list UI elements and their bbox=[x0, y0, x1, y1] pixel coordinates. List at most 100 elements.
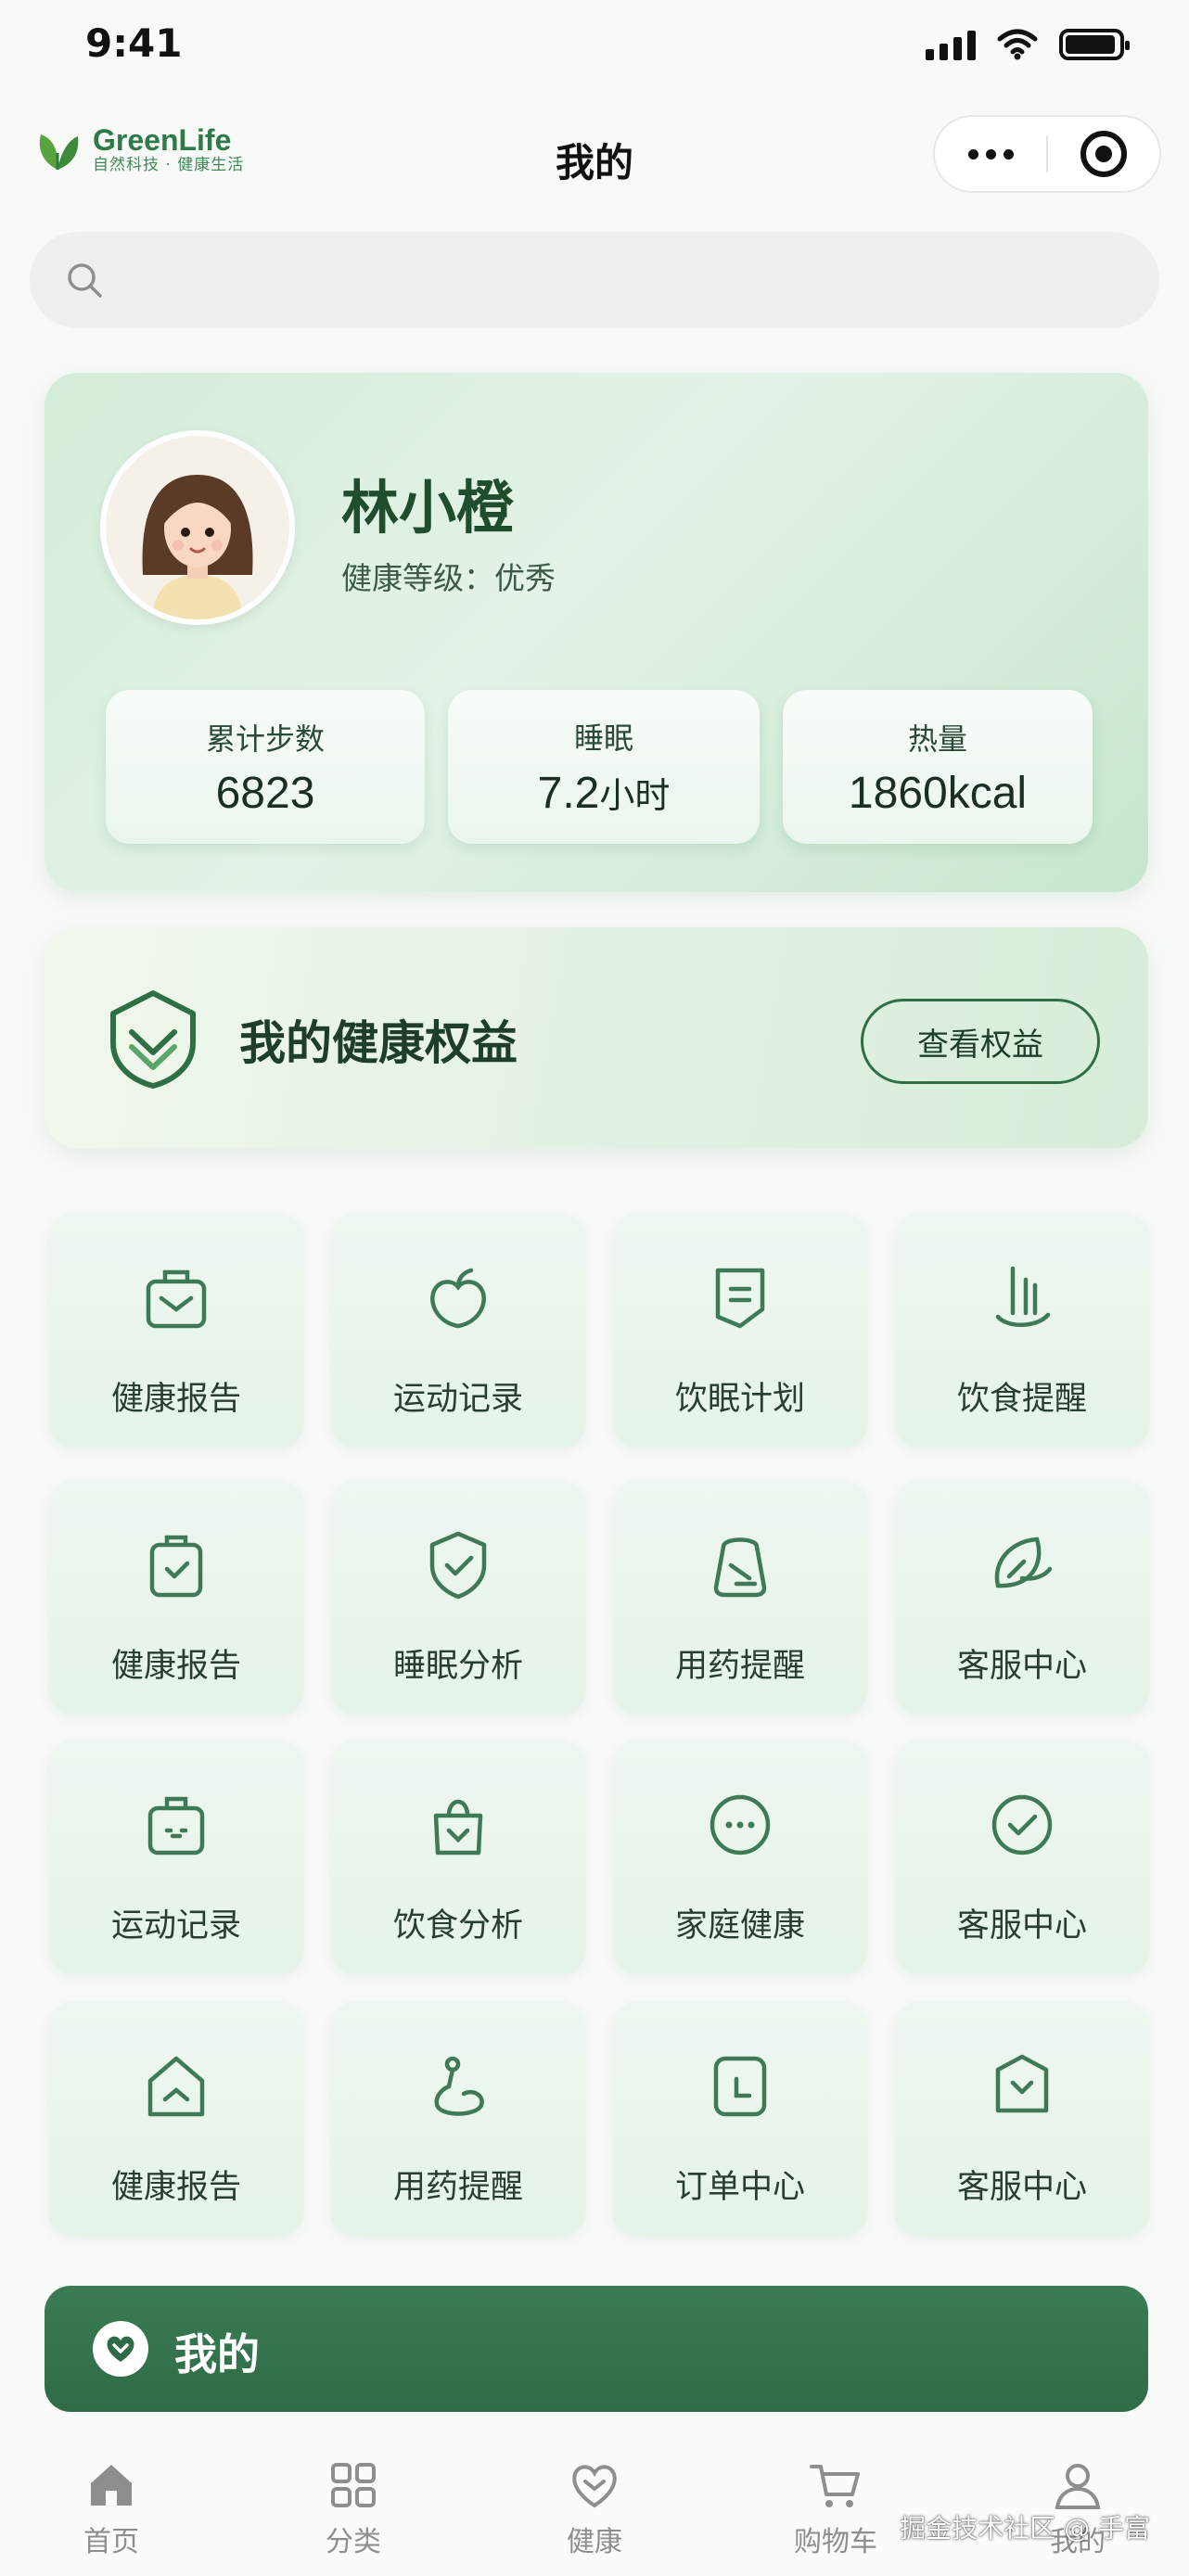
stat-label: 热量 bbox=[907, 721, 967, 757]
grid-item-label: 用药提醒 bbox=[674, 1648, 805, 1685]
logo-name: GreenLife bbox=[93, 123, 232, 157]
grid-item[interactable]: 健康报告 bbox=[48, 2001, 304, 2237]
pill-bottle-icon bbox=[713, 1537, 767, 1598]
note-icon bbox=[715, 1268, 765, 1329]
grid-item[interactable]: 饮食分析 bbox=[330, 1740, 586, 1975]
health-rights-banner: 我的健康权益 查看权益 bbox=[45, 927, 1148, 1148]
bag-icon bbox=[147, 1796, 205, 1855]
search-input[interactable] bbox=[121, 264, 1141, 296]
stat-calories[interactable]: 热量 1860kcal bbox=[783, 690, 1093, 844]
status-bar: 9:41 bbox=[0, 0, 1189, 102]
chat-bubble-icon bbox=[710, 1794, 771, 1855]
grid-item-label: 运动记录 bbox=[392, 1381, 523, 1418]
tab-category[interactable]: 分类 bbox=[261, 2457, 446, 2569]
heart-chevron-icon bbox=[93, 2321, 148, 2377]
shield-chevron-icon bbox=[110, 990, 196, 1089]
grid-item[interactable]: 饮食提醒 bbox=[894, 1213, 1150, 1448]
home-icon bbox=[91, 2465, 132, 2506]
grid-item[interactable]: 健康报告 bbox=[48, 1480, 304, 1715]
health-level: 健康等级：优秀 bbox=[341, 560, 556, 596]
grid-item-label: 客服中心 bbox=[956, 1648, 1087, 1685]
heart-icon bbox=[572, 2465, 617, 2508]
mine-label: 我的 bbox=[174, 2329, 260, 2379]
stat-label: 累计步数 bbox=[205, 721, 325, 757]
cellular-signal-icon bbox=[926, 29, 976, 60]
grid-item[interactable]: 客服中心 bbox=[894, 1740, 1150, 1975]
grid-item-label: 家庭健康 bbox=[674, 1907, 805, 1945]
grid-item[interactable]: 运动记录 bbox=[48, 1740, 304, 1975]
grid-icon bbox=[331, 2463, 376, 2507]
tab-label: 健康 bbox=[567, 2526, 622, 2558]
battery-icon bbox=[1059, 29, 1130, 60]
home-icon bbox=[147, 2056, 205, 2117]
grid-item[interactable]: 饮眠计划 bbox=[612, 1213, 868, 1448]
logo-tagline: 自然科技 · 健康生活 bbox=[93, 156, 245, 175]
leaf-icon bbox=[994, 1537, 1053, 1588]
utensils-icon bbox=[995, 1266, 1051, 1327]
rights-title: 我的健康权益 bbox=[239, 1016, 518, 1070]
apple-icon bbox=[430, 1268, 486, 1329]
grid-item[interactable]: 用药提醒 bbox=[330, 2001, 586, 2237]
stat-unit: 小时 bbox=[599, 775, 671, 816]
grid-item-label: 客服中心 bbox=[956, 2169, 1087, 2206]
grid-item[interactable]: 订单中心 bbox=[612, 2001, 868, 2237]
grid-item-label: 用药提醒 bbox=[392, 2169, 523, 2206]
mine-bar[interactable]: 我的 bbox=[45, 2286, 1148, 2412]
close-target-button[interactable] bbox=[1048, 117, 1159, 191]
grid-item-label: 健康报告 bbox=[110, 2169, 241, 2206]
health-curve-icon bbox=[434, 2056, 484, 2116]
wifi-icon bbox=[997, 29, 1038, 60]
grid-item[interactable]: 客服中心 bbox=[894, 2001, 1150, 2237]
tab-label: 分类 bbox=[326, 2526, 381, 2558]
avatar[interactable] bbox=[100, 430, 295, 625]
status-icons bbox=[926, 28, 1130, 61]
more-button[interactable] bbox=[935, 117, 1046, 191]
profile-page: 9:41 GreenLife 自然科技 · 健康生活 我的 林小橙 健康等级：优… bbox=[0, 0, 1189, 2576]
briefcase-icon bbox=[146, 1269, 207, 1329]
tab-label: 购物车 bbox=[794, 2526, 877, 2558]
check-circle-icon bbox=[991, 1794, 1053, 1855]
mini-program-capsule bbox=[933, 115, 1161, 193]
grid-item-label: 饮眠计划 bbox=[674, 1381, 805, 1418]
grid-item[interactable]: 运动记录 bbox=[330, 1213, 586, 1448]
grid-item-label: 订单中心 bbox=[674, 2169, 805, 2206]
status-time: 9:41 bbox=[85, 20, 183, 66]
cart-icon bbox=[810, 2465, 860, 2507]
search-bar[interactable] bbox=[30, 232, 1159, 328]
user-name: 林小橙 bbox=[341, 474, 515, 542]
stat-value: 1860kcal bbox=[848, 768, 1028, 818]
grid-item-label: 客服中心 bbox=[956, 1907, 1087, 1945]
grid-item[interactable]: 健康报告 bbox=[48, 1213, 304, 1448]
grid-item[interactable]: 客服中心 bbox=[894, 1480, 1150, 1715]
order-icon bbox=[713, 2056, 767, 2117]
grid-item[interactable]: 睡眠分析 bbox=[330, 1480, 586, 1715]
tab-health[interactable]: 健康 bbox=[502, 2457, 687, 2569]
search-icon bbox=[68, 263, 102, 298]
stat-value: 6823 bbox=[215, 768, 315, 818]
nav-bar: GreenLife 自然科技 · 健康生活 我的 bbox=[0, 111, 1189, 204]
shield-check-icon bbox=[429, 1531, 487, 1600]
grid-item-label: 健康报告 bbox=[110, 1381, 241, 1418]
grid-item-label: 睡眠分析 bbox=[392, 1648, 523, 1685]
target-icon bbox=[1080, 131, 1127, 177]
grid-item-label: 饮食提醒 bbox=[956, 1381, 1087, 1418]
profile-card: 林小橙 健康等级：优秀 累计步数 6823 睡眠 7.2小时 热量 1860kc… bbox=[45, 373, 1148, 892]
grid-item[interactable]: 用药提醒 bbox=[612, 1480, 868, 1715]
view-rights-button[interactable]: 查看权益 bbox=[861, 999, 1100, 1084]
stat-sleep[interactable]: 睡眠 7.2小时 bbox=[448, 690, 760, 844]
hand-bag-icon bbox=[433, 1799, 483, 1855]
stat-label: 睡眠 bbox=[573, 721, 633, 756]
tab-home[interactable]: 首页 bbox=[19, 2457, 204, 2569]
shield-heart-icon bbox=[995, 2054, 1049, 2113]
stat-steps[interactable]: 累计步数 6823 bbox=[106, 690, 425, 844]
grid-item-label: 健康报告 bbox=[110, 1648, 241, 1685]
grid-item-label: 饮食分析 bbox=[392, 1907, 523, 1945]
grid-item-label: 运动记录 bbox=[110, 1907, 241, 1945]
clipboard-check-icon bbox=[149, 1535, 203, 1598]
stat-value: 7.2 bbox=[537, 769, 600, 818]
user-icon bbox=[1055, 2464, 1101, 2509]
grid-item[interactable]: 家庭健康 bbox=[612, 1740, 868, 1975]
tab-label: 首页 bbox=[83, 2526, 139, 2558]
leaf-logo-icon bbox=[39, 134, 79, 170]
watermark: 掘金技术社区 @ 手富 bbox=[900, 2513, 1150, 2544]
